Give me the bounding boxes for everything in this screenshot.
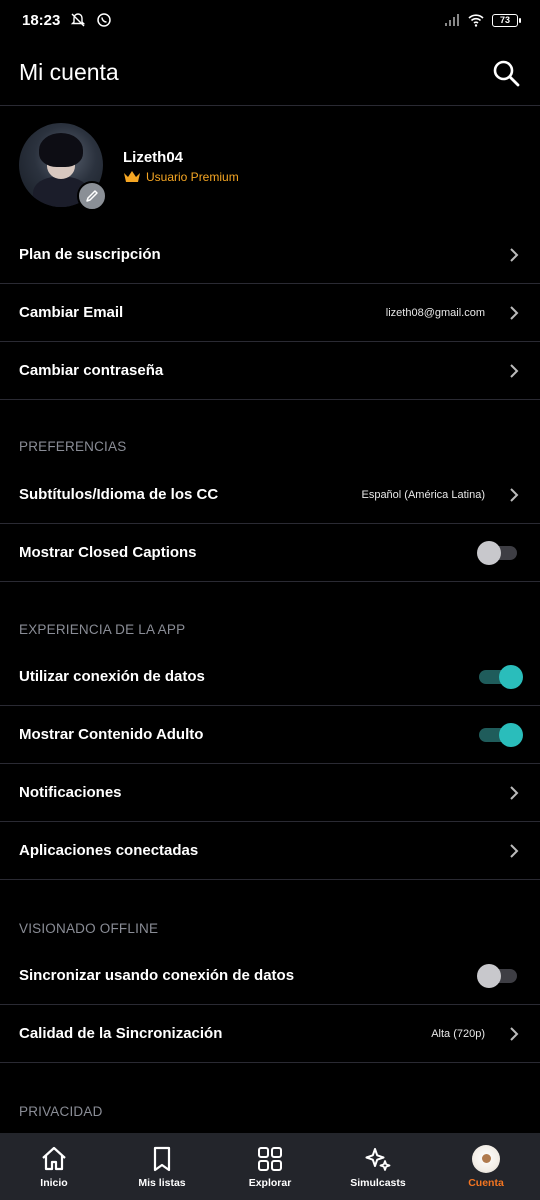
row-label: Sincronizar usando conexión de datos: [19, 967, 295, 984]
data-connection-toggle[interactable]: [477, 664, 523, 689]
search-icon[interactable]: [491, 58, 521, 88]
signal-icon: [445, 14, 459, 26]
grid-icon: [258, 1146, 282, 1171]
avatar[interactable]: [19, 123, 107, 211]
adult-content-toggle[interactable]: [477, 722, 523, 747]
chevron-right-icon: [510, 487, 519, 502]
row-label: Subtítulos/Idioma de los CC: [19, 486, 219, 503]
notifications-row[interactable]: Notificaciones: [0, 764, 540, 822]
closed-captions-toggle[interactable]: [477, 540, 519, 565]
sync-quality-value: Alta (720p): [431, 1027, 485, 1040]
row-label: Calidad de la Sincronización: [19, 1025, 223, 1042]
change-password-row[interactable]: Cambiar contraseña: [0, 342, 540, 400]
nav-label: Simulcasts: [350, 1176, 406, 1189]
nav-account[interactable]: Cuenta: [432, 1133, 540, 1200]
pencil-icon: [86, 190, 98, 202]
chevron-right-icon: [510, 247, 519, 262]
chevron-right-icon: [510, 843, 519, 858]
clock: 18:23: [22, 11, 61, 29]
profile-section: Lizeth04 Usuario Premium: [0, 106, 540, 226]
avatar-icon: [472, 1144, 500, 1173]
sync-data-toggle[interactable]: [477, 963, 519, 988]
data-connection-row: Utilizar conexión de datos: [0, 648, 540, 706]
row-label: Notificaciones: [19, 784, 122, 801]
sparkles-icon: [365, 1147, 391, 1171]
change-email-row[interactable]: Cambiar Email lizeth08@gmail.com: [0, 284, 540, 342]
section-header-offline: VISIONADO OFFLINE: [19, 921, 159, 936]
page-title: Mi cuenta: [19, 59, 119, 85]
nav-home[interactable]: Inicio: [0, 1133, 108, 1200]
subscription-plan-row[interactable]: Plan de suscripción: [0, 226, 540, 284]
nav-my-lists[interactable]: Mis listas: [108, 1133, 216, 1200]
email-value: lizeth08@gmail.com: [385, 306, 485, 319]
crown-icon: [124, 171, 140, 182]
premium-badge: Usuario Premium: [123, 170, 239, 184]
row-label: Mostrar Contenido Adulto: [19, 726, 204, 743]
nav-label: Cuenta: [468, 1176, 504, 1189]
status-bar: 18:23 73: [0, 0, 540, 40]
section-header-privacy: PRIVACIDAD: [19, 1104, 103, 1119]
row-label: Aplicaciones conectadas: [19, 842, 199, 859]
subtitles-language-row[interactable]: Subtítulos/Idioma de los CC Español (Amé…: [0, 466, 540, 524]
chevron-right-icon: [510, 1026, 519, 1041]
home-icon: [42, 1146, 66, 1170]
edit-avatar-button[interactable]: [77, 181, 107, 211]
bottom-navigation: Inicio Mis listas Explorar Simulcasts Cu…: [0, 1133, 540, 1200]
whatsapp-icon: [97, 13, 112, 27]
bookmark-icon: [153, 1146, 171, 1171]
battery-icon: 73: [492, 13, 521, 27]
section-header-app-experience: EXPERIENCIA DE LA APP: [19, 622, 186, 637]
chevron-right-icon: [510, 305, 519, 320]
adult-content-row: Mostrar Contenido Adulto: [0, 706, 540, 764]
premium-label: Usuario Premium: [146, 169, 239, 184]
nav-simulcasts[interactable]: Simulcasts: [324, 1133, 432, 1200]
sync-data-row: Sincronizar usando conexión de datos: [0, 947, 540, 1005]
nav-label: Explorar: [248, 1176, 292, 1189]
row-label: Mostrar Closed Captions: [19, 544, 197, 561]
row-label: Plan de suscripción: [19, 246, 161, 263]
sync-quality-row[interactable]: Calidad de la Sincronización Alta (720p): [0, 1005, 540, 1063]
connected-apps-row[interactable]: Aplicaciones conectadas: [0, 822, 540, 880]
bell-off-icon: [71, 13, 86, 27]
row-label: Cambiar contraseña: [19, 362, 164, 379]
top-app-bar: Mi cuenta: [0, 40, 540, 106]
username: Lizeth04: [123, 148, 184, 166]
nav-label: Inicio: [40, 1176, 68, 1189]
row-label: Utilizar conexión de datos: [19, 668, 205, 685]
nav-explore[interactable]: Explorar: [216, 1133, 324, 1200]
closed-captions-row: Mostrar Closed Captions: [0, 524, 540, 582]
wifi-icon: [468, 14, 484, 27]
nav-label: Mis listas: [138, 1176, 186, 1189]
subtitles-language-value: Español (América Latina): [361, 488, 485, 501]
chevron-right-icon: [510, 785, 519, 800]
chevron-right-icon: [510, 363, 519, 378]
section-header-preferences: PREFERENCIAS: [19, 439, 127, 454]
row-label: Cambiar Email: [19, 304, 124, 321]
